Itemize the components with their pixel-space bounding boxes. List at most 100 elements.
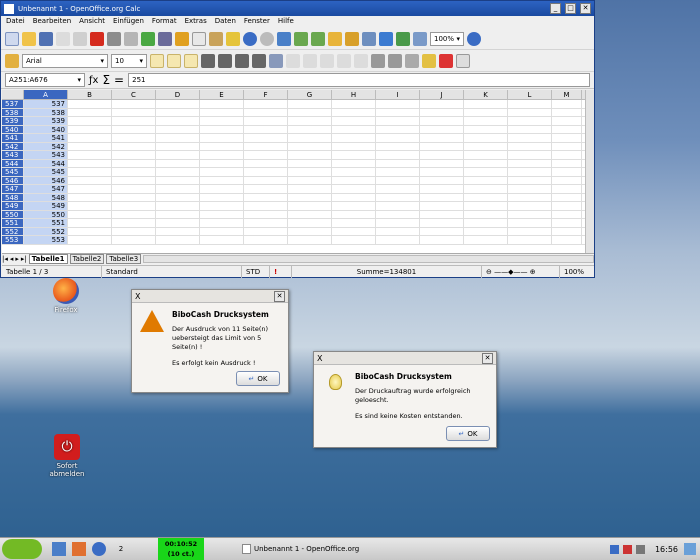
number-format-icon[interactable] [320,53,334,68]
cell[interactable] [112,185,156,193]
cell[interactable] [156,108,200,116]
cell[interactable] [200,108,244,116]
select-all-corner[interactable] [2,90,24,99]
open-icon[interactable] [22,31,36,46]
cell-a[interactable]: 545 [24,168,68,176]
cell[interactable] [464,125,508,133]
column-header[interactable]: G [288,90,332,99]
cell[interactable] [156,193,200,201]
cell[interactable] [420,159,464,167]
menu-extras[interactable]: Extras [185,17,207,27]
edit-icon[interactable] [73,31,87,46]
row-header[interactable]: 545 [2,168,24,176]
cell[interactable] [420,176,464,184]
cell[interactable] [420,185,464,193]
cell[interactable] [552,193,582,201]
cell[interactable] [112,134,156,142]
cell[interactable] [464,108,508,116]
cell[interactable] [376,117,420,125]
cell[interactable] [68,159,112,167]
cell[interactable] [464,202,508,210]
cell[interactable] [244,219,288,227]
cell[interactable] [376,125,420,133]
sort-asc-icon[interactable] [294,31,308,46]
column-header[interactable]: F [244,90,288,99]
column-header[interactable]: L [508,90,552,99]
italic-icon[interactable] [167,53,181,68]
ok-button[interactable]: ↵ OK [236,371,280,386]
cell[interactable] [200,159,244,167]
maximize-button[interactable]: □ [565,3,576,14]
sheet-tab-tabelle2[interactable]: Tabelle2 [69,254,105,264]
cell[interactable] [420,134,464,142]
cell[interactable] [552,100,582,108]
cell[interactable] [464,185,508,193]
cell[interactable] [68,193,112,201]
cell[interactable] [552,151,582,159]
cell[interactable] [288,142,332,150]
cell[interactable] [464,100,508,108]
cell[interactable] [332,168,376,176]
spellcheck-icon[interactable] [141,31,155,46]
cell[interactable] [112,100,156,108]
cell[interactable] [244,134,288,142]
cell[interactable] [508,236,552,244]
cell[interactable] [420,108,464,116]
cell[interactable] [156,159,200,167]
cell-a[interactable]: 539 [24,117,68,125]
cell[interactable] [508,142,552,150]
cell[interactable] [68,142,112,150]
cell[interactable] [288,176,332,184]
cell[interactable] [112,168,156,176]
cell[interactable] [464,142,508,150]
cell[interactable] [376,108,420,116]
cell[interactable] [552,159,582,167]
cell[interactable] [376,151,420,159]
cell[interactable] [68,151,112,159]
cell[interactable] [332,108,376,116]
cell[interactable] [288,168,332,176]
cell[interactable] [332,193,376,201]
cell[interactable] [244,168,288,176]
row-header[interactable]: 540 [2,125,24,133]
cell[interactable] [288,236,332,244]
logout-desktop-icon[interactable]: ⏻ Sofort abmelden [37,434,97,478]
merge-cells-icon[interactable] [269,53,283,68]
close-button[interactable]: ✕ [274,290,285,302]
cell[interactable] [376,193,420,201]
sheet-tab-tabelle3[interactable]: Tabelle3 [106,254,142,264]
cell[interactable] [420,227,464,235]
cell[interactable] [464,159,508,167]
cell-a[interactable]: 544 [24,159,68,167]
cell[interactable] [464,210,508,218]
cell[interactable] [200,125,244,133]
font-name-select[interactable]: Arial ▾ [22,53,108,68]
chart-icon[interactable] [328,31,342,46]
row-header[interactable]: 538 [2,108,24,116]
dialog-titlebar[interactable]: X ✕ [314,352,496,365]
currency-icon[interactable] [286,53,300,68]
cut-icon[interactable] [175,31,189,46]
horizontal-scrollbar[interactable] [143,255,594,263]
cell[interactable] [552,202,582,210]
cell[interactable] [200,168,244,176]
taskbar-task-calc[interactable]: Unbenannt 1 - OpenOffice.org [242,544,382,554]
cell[interactable] [156,227,200,235]
cell[interactable] [508,117,552,125]
cell[interactable] [112,219,156,227]
cell[interactable] [288,227,332,235]
cell[interactable] [68,134,112,142]
gallery-icon[interactable] [396,31,410,46]
cell[interactable] [508,151,552,159]
cell[interactable] [288,219,332,227]
menu-einfuegen[interactable]: Einfügen [113,17,144,27]
cell[interactable] [552,168,582,176]
cell[interactable] [464,219,508,227]
cell[interactable] [376,185,420,193]
spreadsheet-grid[interactable]: A B C D E F G H I J K L M 537 537 538 538 53… [2,90,594,253]
mail-icon[interactable] [56,31,70,46]
cell[interactable] [156,151,200,159]
cell[interactable] [200,134,244,142]
underline-icon[interactable] [184,53,198,68]
cell[interactable] [420,202,464,210]
